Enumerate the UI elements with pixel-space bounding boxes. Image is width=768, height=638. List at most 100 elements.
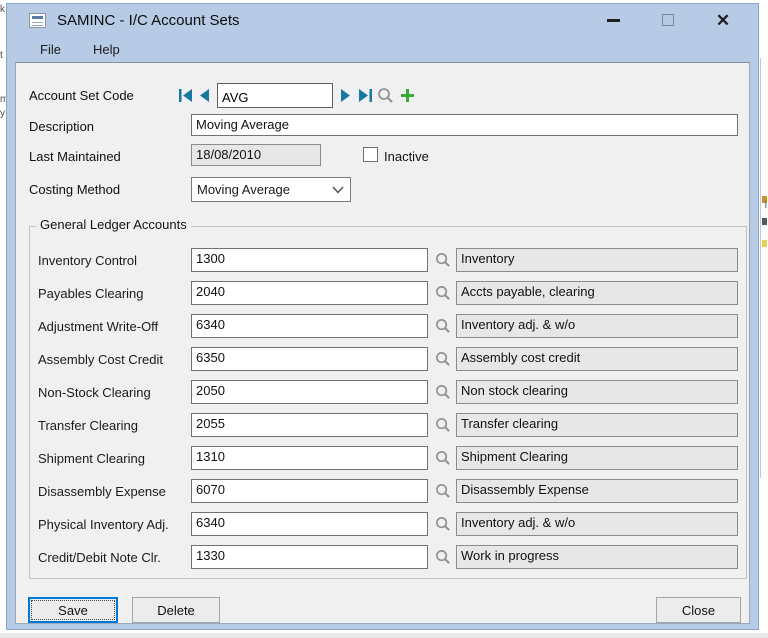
gl-account-description: Assembly cost credit [456,347,738,371]
gl-finder-button[interactable] [433,512,453,536]
magnifier-icon [435,516,451,532]
gl-account-description: Transfer clearing [456,413,738,437]
gl-row-label: Shipment Clearing [38,451,145,466]
background-text-fragment: t [0,50,3,61]
gl-account-input[interactable]: 1300 [191,248,428,272]
gl-row-label: Non-Stock Clearing [38,385,151,400]
gl-finder-button[interactable] [433,248,453,272]
account-set-code-label: Account Set Code [29,88,134,103]
dialog-client-area: Account Set Code [15,62,750,624]
plus-icon [400,88,415,103]
magnifier-icon [435,285,451,301]
gl-finder-button[interactable] [433,479,453,503]
titlebar[interactable]: SAMINC - I/C Account Sets ✕ [7,4,758,36]
last-maintained-value: 18/08/2010 [191,144,321,166]
gl-account-description: Disassembly Expense [456,479,738,503]
magnifier-icon [435,549,451,565]
delete-button[interactable]: Delete [132,597,220,623]
magnifier-icon [435,252,451,268]
gl-finder-button[interactable] [433,281,453,305]
go-next-button[interactable] [336,83,355,108]
close-icon: ✕ [716,12,730,29]
maximize-icon [662,14,674,26]
gl-finder-button[interactable] [433,413,453,437]
new-record-button[interactable] [396,83,418,108]
document-icon [29,13,46,28]
maximize-button[interactable] [653,4,683,36]
background-icon-fragment [762,218,767,225]
background-text-fragment: i [765,200,767,211]
gl-row-label: Physical Inventory Adj. [38,517,169,532]
gl-row-label: Transfer Clearing [38,418,138,433]
costing-method-value: Moving Average [197,182,290,197]
gl-row-label: Payables Clearing [38,286,144,301]
background-window-edge [760,58,768,478]
go-next-icon [340,89,351,102]
gl-row-label: Inventory Control [38,253,137,268]
record-navigator [176,83,418,108]
close-dialog-button[interactable]: Close [656,597,741,623]
minimize-icon [607,19,620,22]
minimize-button[interactable] [598,4,628,36]
gl-account-description: Accts payable, clearing [456,281,738,305]
gl-account-input[interactable]: 1310 [191,446,428,470]
gl-finder-button[interactable] [433,380,453,404]
inactive-label: Inactive [384,149,429,164]
costing-method-label: Costing Method [29,182,120,197]
background-text-fragment: k [0,4,5,15]
magnifier-icon [435,318,451,334]
magnifier-icon [435,384,451,400]
magnifier-icon [435,417,451,433]
menubar: File Help [7,36,758,62]
go-first-icon [179,89,193,102]
gl-account-input[interactable]: 6340 [191,512,428,536]
gl-row-label: Disassembly Expense [38,484,166,499]
go-first-button[interactable] [176,83,195,108]
last-maintained-label: Last Maintained [29,149,121,164]
gl-account-input[interactable]: 2050 [191,380,428,404]
gl-account-input[interactable]: 6340 [191,314,428,338]
gl-row-label: Assembly Cost Credit [38,352,163,367]
gl-account-description: Inventory adj. & w/o [456,512,738,536]
general-ledger-group-title: General Ledger Accounts [36,217,191,232]
gl-finder-button[interactable] [433,545,453,569]
menu-file[interactable]: File [31,38,70,61]
gl-finder-button[interactable] [433,446,453,470]
inactive-checkbox[interactable] [363,147,378,162]
menu-help[interactable]: Help [84,38,129,61]
go-last-button[interactable] [355,83,374,108]
go-last-icon [358,89,372,102]
background-text-fragment: y [0,108,5,119]
gl-account-input[interactable]: 6350 [191,347,428,371]
account-set-code-input[interactable] [217,83,333,108]
gl-account-description: Inventory adj. & w/o [456,314,738,338]
gl-account-description: Shipment Clearing [456,446,738,470]
description-label: Description [29,119,94,134]
window-title: SAMINC - I/C Account Sets [57,12,240,29]
gl-account-input[interactable]: 1330 [191,545,428,569]
gl-account-input[interactable]: 2040 [191,281,428,305]
gl-account-description: Work in progress [456,545,738,569]
gl-account-input[interactable]: 6070 [191,479,428,503]
gl-account-description: Non stock clearing [456,380,738,404]
costing-method-select[interactable]: Moving Average [191,177,351,202]
go-previous-icon [199,89,210,102]
gl-row-label: Credit/Debit Note Clr. [38,550,161,565]
magnifier-icon [435,483,451,499]
gl-finder-button[interactable] [433,314,453,338]
finder-button[interactable] [374,83,396,108]
gl-account-input[interactable]: 2055 [191,413,428,437]
close-button[interactable]: ✕ [708,4,738,36]
gl-account-description: Inventory [456,248,738,272]
magnifier-icon [435,351,451,367]
save-button[interactable]: Save [28,597,118,623]
focus-outline [31,600,115,620]
gl-row-label: Adjustment Write-Off [38,319,158,334]
go-previous-button[interactable] [195,83,214,108]
chevron-down-icon [332,186,344,194]
account-sets-window: SAMINC - I/C Account Sets ✕ File Help Ac… [6,3,759,630]
description-input[interactable]: Moving Average [191,114,738,136]
background-icon-fragment [762,240,767,247]
background-strip [0,633,768,638]
gl-finder-button[interactable] [433,347,453,371]
